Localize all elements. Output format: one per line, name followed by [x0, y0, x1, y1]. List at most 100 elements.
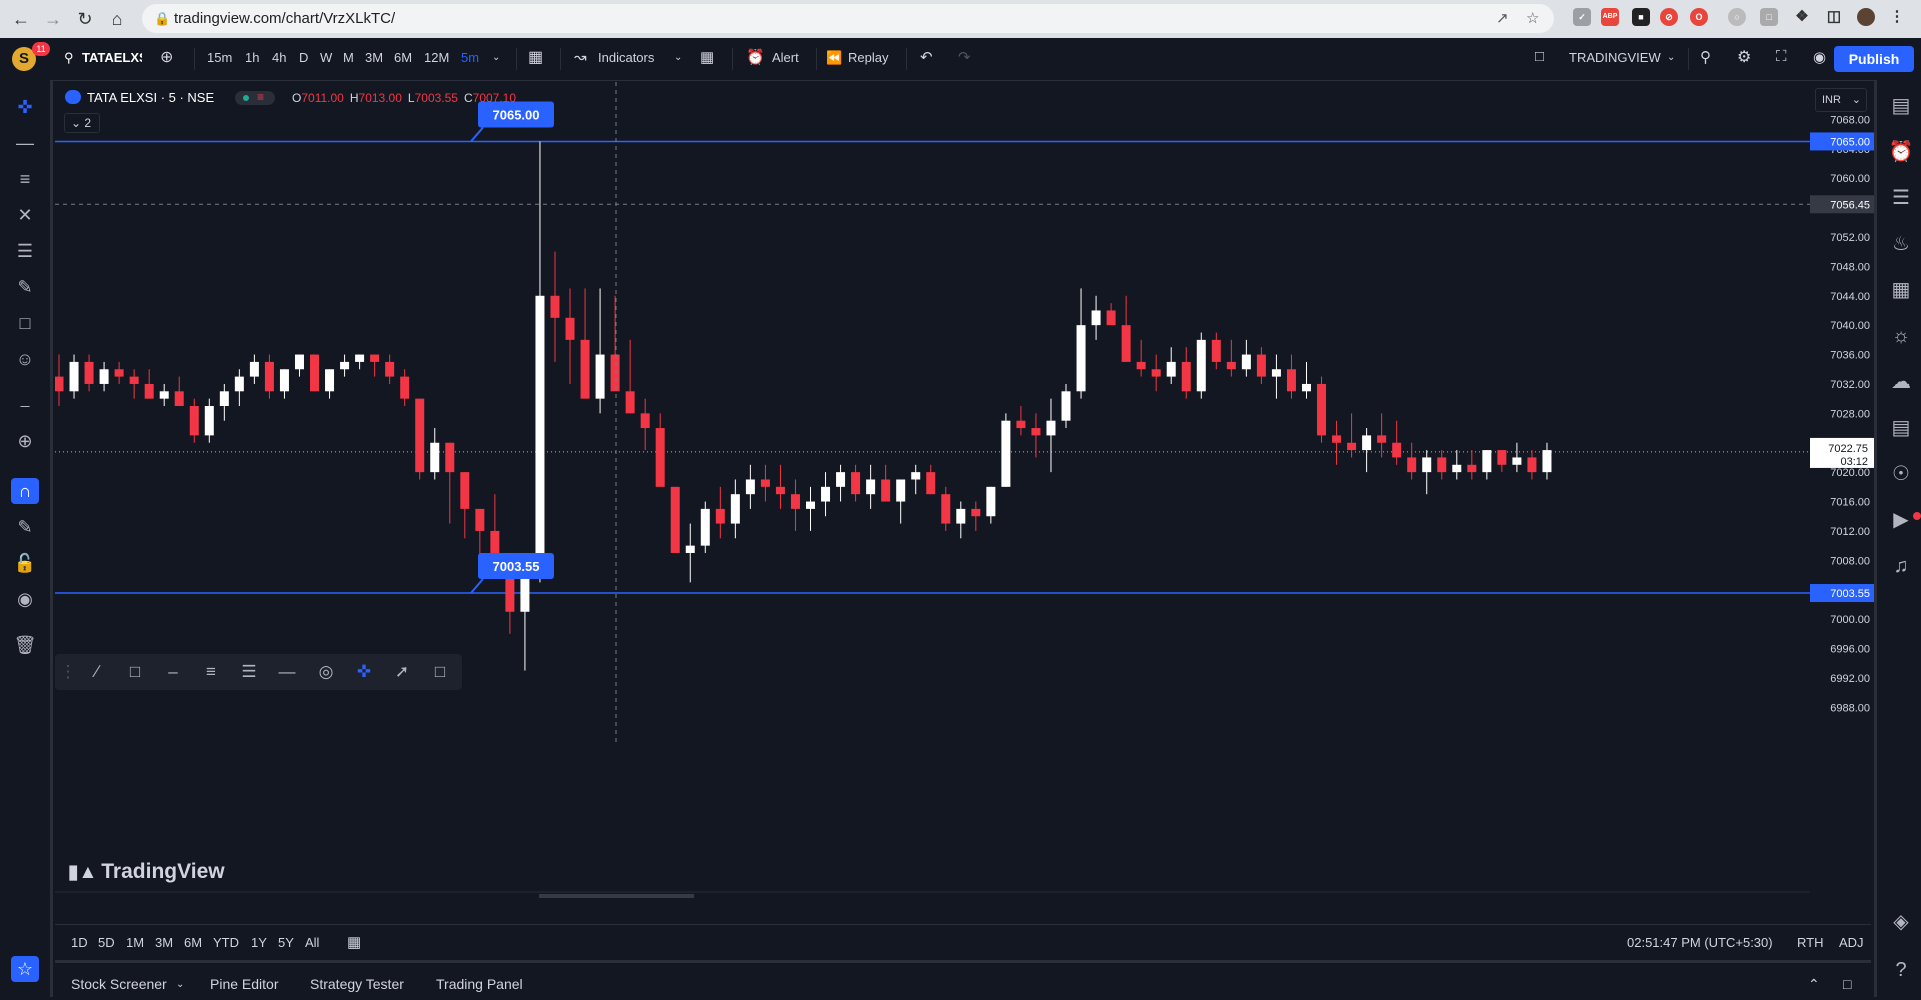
- alert-clock-icon[interactable]: ⏰: [746, 48, 765, 66]
- redo-icon[interactable]: ↷: [958, 48, 971, 66]
- interval-chevron-down-icon[interactable]: ⌄: [492, 52, 500, 63]
- chat-icon[interactable]: ▤: [1887, 414, 1915, 442]
- horizontal-ray-icon[interactable]: –: [160, 660, 186, 684]
- range-ytd[interactable]: YTD: [213, 935, 239, 950]
- interval-5m[interactable]: 5m: [461, 50, 479, 65]
- sidebar-icon[interactable]: ◫: [1825, 8, 1843, 26]
- tab-trading-panel[interactable]: Trading Panel: [436, 976, 523, 992]
- indicators-chevron-down-icon[interactable]: ⌄: [674, 52, 682, 63]
- range-1d[interactable]: 1D: [71, 935, 88, 950]
- share-icon[interactable]: ↗: [1496, 9, 1509, 27]
- tab-stock-screener[interactable]: Stock Screener: [71, 976, 167, 992]
- interval-m[interactable]: M: [343, 50, 354, 65]
- candles-chart-type-icon[interactable]: ▦: [528, 47, 543, 67]
- fib-channel-icon[interactable]: ☰: [236, 660, 262, 684]
- quick-search-icon[interactable]: ⚲: [1700, 48, 1711, 66]
- snapshot-camera-icon[interactable]: ◉: [1813, 48, 1826, 66]
- favorites-star-icon[interactable]: ☆: [11, 956, 39, 982]
- prediction-icon[interactable]: ☰: [11, 238, 39, 264]
- drag-handle-icon[interactable]: ⋮: [55, 660, 81, 684]
- settings-gear-icon[interactable]: ⚙: [1737, 47, 1751, 67]
- interval-6m[interactable]: 6M: [394, 50, 412, 65]
- tab-pine-editor[interactable]: Pine Editor: [210, 976, 278, 992]
- line-tool-icon[interactable]: ∕: [84, 660, 110, 684]
- symbol-search-button[interactable]: TATAELXSI: [82, 50, 142, 65]
- shield-extension-icon[interactable]: □: [1760, 8, 1778, 26]
- puzzle-icon[interactable]: ❖: [1793, 8, 1811, 26]
- ideas-bulb-icon[interactable]: ☼: [1887, 322, 1915, 350]
- alert-button[interactable]: Alert: [772, 50, 799, 65]
- range-1y[interactable]: 1Y: [251, 935, 267, 950]
- back-icon[interactable]: ←: [9, 7, 33, 31]
- compare-add-icon[interactable]: ⊕: [160, 47, 173, 67]
- watchlist-icon[interactable]: ▤: [1887, 92, 1915, 120]
- streams-cloud-icon[interactable]: ☁: [1887, 368, 1915, 396]
- callout-tool-icon[interactable]: □: [427, 660, 453, 684]
- interval-12m[interactable]: 12M: [424, 50, 449, 65]
- range-1m[interactable]: 1M: [126, 935, 144, 950]
- ray-tool-icon[interactable]: ➚: [389, 660, 415, 684]
- replay-button[interactable]: Replay: [848, 50, 888, 65]
- indicators-button[interactable]: Indicators: [598, 50, 654, 65]
- brush-icon[interactable]: ✎: [11, 274, 39, 300]
- tab-strategy-tester[interactable]: Strategy Tester: [310, 976, 404, 992]
- emoji-icon[interactable]: ☺: [11, 346, 39, 372]
- publish-button[interactable]: Publish: [1834, 46, 1914, 72]
- hotlists-fire-icon[interactable]: ♨: [1887, 230, 1915, 258]
- ruler-icon[interactable]: ⎯: [11, 392, 39, 418]
- menu-dots-icon[interactable]: ⋮: [1888, 8, 1906, 26]
- block-extension-icon[interactable]: ⊘: [1660, 8, 1678, 26]
- object-tree-icon[interactable]: ☰: [1887, 184, 1915, 212]
- market-status-badge[interactable]: ≡: [235, 90, 275, 105]
- fib-icon[interactable]: ≡: [11, 166, 39, 192]
- indicators-collapse-button[interactable]: ⌄ 2: [64, 113, 100, 133]
- help-icon[interactable]: ?: [1887, 956, 1915, 984]
- chart-pane[interactable]: 1:00 PM 02:00 PM 02:35 PM 21 11:00 AM 12:00 P…: [55, 82, 1810, 898]
- check-extension-icon[interactable]: ✓: [1573, 8, 1591, 26]
- screener-chevron-down-icon[interactable]: ⌄: [176, 979, 184, 990]
- channel-tool-icon[interactable]: ≡: [198, 660, 224, 684]
- indicators-icon[interactable]: ↝: [574, 48, 587, 66]
- layout-name-button[interactable]: TRADINGVIEW: [1569, 50, 1661, 65]
- undo-icon[interactable]: ↶: [920, 48, 933, 66]
- tradingview-watermark[interactable]: ▮▲ TradingView: [68, 860, 225, 884]
- currency-select[interactable]: INR ⌄: [1815, 88, 1867, 112]
- range-5d[interactable]: 5D: [98, 935, 115, 950]
- live-play-icon[interactable]: ▶: [1887, 506, 1915, 534]
- clock-time[interactable]: 02:51:47 PM (UTC+5:30): [1627, 935, 1773, 950]
- templates-grid-icon[interactable]: ▦: [700, 48, 714, 66]
- crosshair-tool-icon[interactable]: ✜: [351, 660, 377, 684]
- home-icon[interactable]: ⌂: [105, 7, 129, 31]
- range-6m[interactable]: 6M: [184, 935, 202, 950]
- goto-date-calendar-icon[interactable]: ▦: [347, 933, 361, 951]
- layers-icon[interactable]: ◈: [1887, 908, 1915, 936]
- avatar[interactable]: [1857, 8, 1875, 26]
- reload-icon[interactable]: ↻: [73, 7, 97, 31]
- interval-d[interactable]: D: [299, 50, 308, 65]
- broadcast-icon[interactable]: ☉: [1887, 460, 1915, 488]
- text-note-icon[interactable]: □: [11, 310, 39, 336]
- alerts-clock-icon[interactable]: ⏰: [1887, 138, 1915, 166]
- magnet-icon[interactable]: ∩: [11, 478, 39, 504]
- forward-icon[interactable]: →: [41, 7, 65, 31]
- extension-icon-2[interactable]: ○: [1728, 8, 1746, 26]
- calendar-icon[interactable]: ▦: [1887, 276, 1915, 304]
- address-bar[interactable]: 🔒 tradingview.com/chart/VrzXLkTC/ ↗ ☆: [142, 4, 1554, 33]
- lock-drawings-icon[interactable]: 🔓: [11, 550, 39, 576]
- interval-4h[interactable]: 4h: [272, 50, 286, 65]
- stay-in-drawing-icon[interactable]: ✎: [11, 514, 39, 540]
- adj-toggle[interactable]: ADJ: [1839, 935, 1864, 950]
- search-icon[interactable]: ⚲: [64, 50, 74, 66]
- symbol-title[interactable]: TATA ELXSI · 5 · NSE: [87, 90, 214, 105]
- trend-line-icon[interactable]: —: [11, 130, 39, 156]
- expand-panel-chevron-up-icon[interactable]: ⌃: [1808, 976, 1820, 993]
- layout-chevron-down-icon[interactable]: ⌄: [1667, 52, 1675, 63]
- trash-icon[interactable]: 🗑: [11, 632, 39, 658]
- notifications-bell-icon[interactable]: ♫: [1887, 552, 1915, 580]
- range-all[interactable]: All: [305, 935, 319, 950]
- pattern-icon[interactable]: ✕: [11, 202, 39, 228]
- rectangle-tool-icon[interactable]: □: [122, 660, 148, 684]
- zoom-icon[interactable]: ⊕: [11, 428, 39, 454]
- crosshair-icon[interactable]: ✜: [11, 94, 39, 120]
- interval-1h[interactable]: 1h: [245, 50, 259, 65]
